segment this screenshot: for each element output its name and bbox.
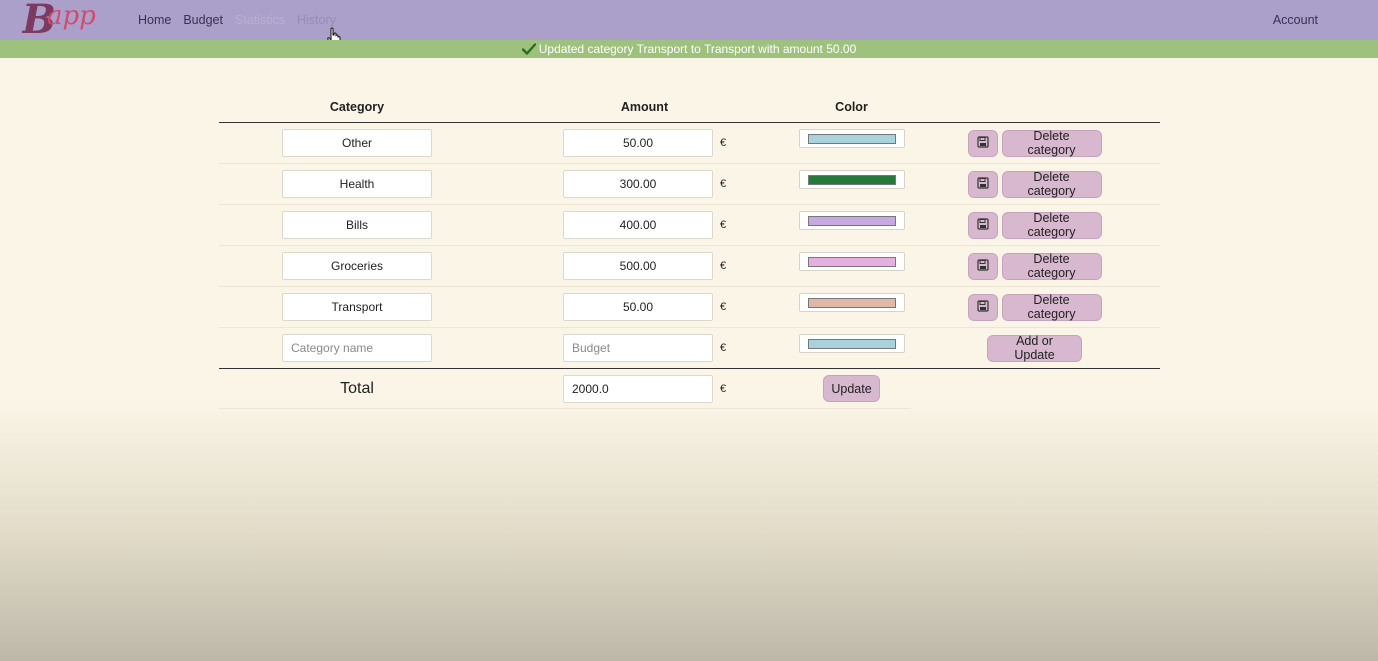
- save-icon: [976, 176, 989, 192]
- save-category-button[interactable]: [967, 293, 998, 321]
- color-swatch: [807, 215, 896, 226]
- delete-category-button[interactable]: Delete category: [1001, 170, 1102, 198]
- add-or-update-button[interactable]: Add or Update: [987, 334, 1082, 362]
- delete-category-button[interactable]: Delete category: [1001, 252, 1102, 280]
- category-amount-input[interactable]: [563, 293, 713, 321]
- category-color-picker[interactable]: [798, 129, 905, 148]
- header-category: Category: [329, 100, 385, 114]
- category-name-input[interactable]: [282, 211, 432, 239]
- save-icon: [976, 258, 989, 274]
- save-icon: [976, 299, 989, 315]
- currency-label: €: [720, 137, 727, 149]
- table-row: € Delete category: [219, 205, 1160, 246]
- header-amount: Amount: [620, 100, 669, 114]
- table-row: € Delete category: [219, 123, 1160, 164]
- alert-message: Updated category Transport to Transport …: [538, 42, 857, 56]
- save-category-button[interactable]: [967, 170, 998, 198]
- account-link[interactable]: Account: [1273, 0, 1318, 40]
- category-amount-input[interactable]: [563, 211, 713, 239]
- save-category-button[interactable]: [967, 129, 998, 157]
- color-swatch: [807, 133, 896, 144]
- currency-label: €: [720, 342, 727, 354]
- save-category-button[interactable]: [967, 252, 998, 280]
- delete-category-button[interactable]: Delete category: [1001, 129, 1102, 157]
- check-icon: [521, 43, 536, 55]
- color-swatch: [807, 256, 896, 267]
- category-name-input[interactable]: [282, 129, 432, 157]
- delete-category-button[interactable]: Delete category: [1001, 293, 1102, 321]
- table-header: Category Amount Color: [219, 92, 1160, 123]
- new-category-row: € Add or Update: [219, 328, 1160, 369]
- category-amount-input[interactable]: [563, 252, 713, 280]
- currency-label: €: [720, 260, 727, 272]
- category-color-picker[interactable]: [798, 170, 905, 189]
- category-color-picker[interactable]: [798, 252, 905, 271]
- nav-home-link[interactable]: Home: [138, 13, 171, 27]
- nav-statistics-link[interactable]: Statistics: [235, 13, 285, 27]
- color-swatch: [807, 174, 896, 185]
- save-icon: [976, 217, 989, 233]
- table-row: € Delete category: [219, 246, 1160, 287]
- currency-label: €: [720, 301, 727, 313]
- brand-logo[interactable]: B app: [22, 0, 114, 40]
- total-label: Total: [340, 379, 374, 397]
- update-total-button[interactable]: Update: [823, 375, 880, 402]
- color-swatch: [807, 297, 896, 308]
- category-name-input[interactable]: [282, 170, 432, 198]
- save-category-button[interactable]: [967, 211, 998, 239]
- total-budget-input[interactable]: [563, 374, 713, 403]
- new-category-color-picker[interactable]: [798, 334, 905, 353]
- currency-label: €: [720, 219, 727, 231]
- total-row: Total € Update: [219, 369, 911, 409]
- header-color: Color: [835, 100, 868, 114]
- new-category-name-input[interactable]: [282, 334, 432, 362]
- table-row: € Delete category: [219, 287, 1160, 328]
- category-name-input[interactable]: [282, 293, 432, 321]
- budget-table: Category Amount Color € Delete category € D…: [219, 92, 1160, 409]
- navbar: B app Home Budget Statistics History Acc…: [0, 0, 1378, 40]
- category-amount-input[interactable]: [563, 170, 713, 198]
- category-color-picker[interactable]: [798, 211, 905, 230]
- category-name-input[interactable]: [282, 252, 432, 280]
- nav-history-link[interactable]: History: [297, 13, 336, 27]
- category-amount-input[interactable]: [563, 129, 713, 157]
- table-row: € Delete category: [219, 164, 1160, 205]
- save-icon: [976, 135, 989, 151]
- delete-category-button[interactable]: Delete category: [1001, 211, 1102, 239]
- category-color-picker[interactable]: [798, 293, 905, 312]
- color-swatch: [807, 338, 896, 349]
- success-alert: Updated category Transport to Transport …: [0, 40, 1378, 58]
- nav-budget-link[interactable]: Budget: [183, 13, 223, 27]
- svg-text:app: app: [47, 1, 96, 31]
- new-category-budget-input[interactable]: [563, 334, 713, 362]
- currency-label: €: [720, 178, 727, 190]
- nav-links: Home Budget Statistics History: [138, 0, 336, 40]
- currency-label: €: [720, 382, 727, 395]
